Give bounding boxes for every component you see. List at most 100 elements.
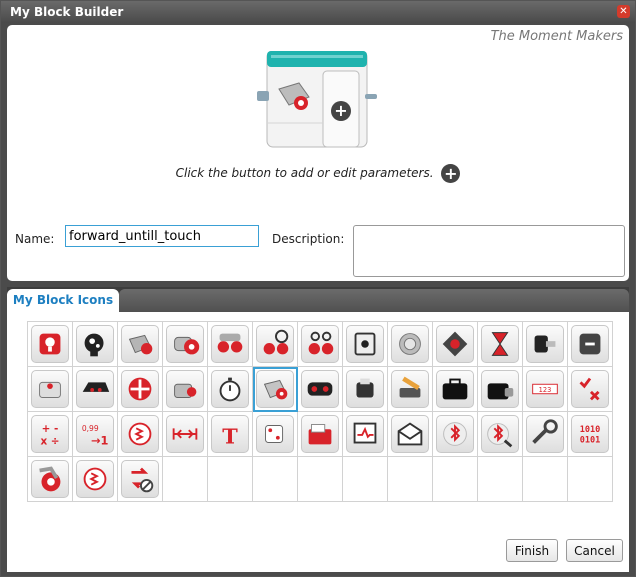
brain-gears-icon [76,325,114,363]
icon-cell[interactable] [253,322,298,367]
icon-cell[interactable] [73,457,118,502]
icon-cell[interactable] [478,322,523,367]
bluetooth-icon [436,415,474,453]
empty-icon-cell [388,457,433,502]
empty-icon-cell [523,457,568,502]
large-motor-icon [166,325,204,363]
icon-cell[interactable] [73,367,118,412]
icon-panel: 123 + -x ÷ 0,99 →1 T 1010 0101 [7,312,629,572]
icon-cell[interactable] [118,322,163,367]
bluetooth-settings-icon [481,415,519,453]
svg-text:+: + [334,101,347,120]
icon-cell[interactable]: 1010 0101 [568,412,613,457]
array-icon: 123 [526,370,564,408]
my-block-icon [256,370,294,408]
icon-cell[interactable] [568,322,613,367]
random-dice-icon [256,415,294,453]
name-input[interactable] [65,225,259,247]
unregulated-motor-icon [31,460,69,498]
name-label: Name: [15,232,55,246]
icon-cell[interactable] [523,322,568,367]
stop-icon [121,460,159,498]
medium-motor-icon [121,325,159,363]
icon-cell[interactable] [208,322,253,367]
icon-cell[interactable] [118,457,163,502]
brain-icon [31,325,69,363]
svg-text:123: 123 [539,386,552,394]
icon-cell[interactable] [28,457,73,502]
icon-cell[interactable] [388,367,433,412]
round-icon: 0,99 →1 [76,415,114,453]
icon-cell[interactable] [298,322,343,367]
icon-cell[interactable] [253,412,298,457]
icon-cell[interactable] [208,367,253,412]
tab-my-block-icons[interactable]: My Block Icons [7,289,119,312]
icon-cell[interactable]: + -x ÷ [28,412,73,457]
empty-icon-cell [298,457,343,502]
icon-cell[interactable] [28,322,73,367]
icon-cell[interactable] [28,367,73,412]
messaging-icon [391,415,429,453]
icon-cell[interactable] [523,412,568,457]
window-title: My Block Builder [10,5,124,19]
data-case-icon [436,370,474,408]
hint-row: Click the button to add or edit paramete… [7,164,629,183]
icon-cell[interactable] [298,412,343,457]
icon-cell[interactable] [433,367,478,412]
icon-cell[interactable] [163,322,208,367]
icon-cell[interactable] [433,412,478,457]
close-button[interactable]: ✕ [617,5,630,18]
icon-cell[interactable] [388,412,433,457]
icon-cell[interactable] [343,367,388,412]
data-case-lock-icon [481,370,519,408]
wait-hourglass-icon [481,325,519,363]
gyro-sensor-icon [346,370,384,408]
compare-icon [121,415,159,453]
icon-cell[interactable] [433,322,478,367]
icon-cell[interactable] [343,322,388,367]
icon-cell[interactable] [343,412,388,457]
description-label: Description: [272,232,345,246]
empty-icon-cell [163,457,208,502]
math-icon: + -x ÷ [31,415,69,453]
icon-cell[interactable] [388,322,433,367]
icon-cell[interactable]: 0,99 →1 [73,412,118,457]
text-icon: T [211,415,249,453]
ultrasonic-sensor-icon [301,370,339,408]
icon-cell[interactable]: T [208,412,253,457]
brick-buttons-icon [31,370,69,408]
icon-cell[interactable] [163,412,208,457]
icon-cell[interactable] [118,412,163,457]
logic-operations-icon [571,370,609,408]
my-block-builder-window: My Block Builder ✕ The Moment Makers + C… [0,0,636,577]
icon-cell[interactable] [253,367,298,412]
icon-cell[interactable] [478,412,523,457]
infrared-sensor-icon [76,370,114,408]
svg-text:0,99: 0,99 [82,424,99,433]
keep-awake-icon [526,415,564,453]
icon-cell[interactable] [163,367,208,412]
icon-cell[interactable] [478,367,523,412]
empty-icon-cell [253,457,298,502]
display-icon [346,325,384,363]
svg-text:x ÷: x ÷ [40,435,59,447]
icon-cell[interactable] [118,367,163,412]
empty-icon-cell [568,457,613,502]
empty-icon-cell [208,457,253,502]
description-input[interactable] [353,225,625,277]
move-steering-icon [211,325,249,363]
move-tank-icon [301,325,339,363]
svg-text:→1: →1 [91,433,109,447]
icon-cell[interactable]: 123 [523,367,568,412]
loop-icon [526,325,564,363]
add-parameter-button[interactable]: + [441,164,461,183]
empty-icon-cell [478,457,523,502]
icon-cell[interactable] [568,367,613,412]
icon-cell[interactable] [73,322,118,367]
finish-button[interactable]: Finish [506,539,558,562]
cancel-button[interactable]: Cancel [566,539,623,562]
range-icon [166,415,204,453]
icon-cell[interactable] [298,367,343,412]
block-definition-panel: The Moment Makers + Click the button to … [7,25,629,281]
file-access-icon [301,415,339,453]
